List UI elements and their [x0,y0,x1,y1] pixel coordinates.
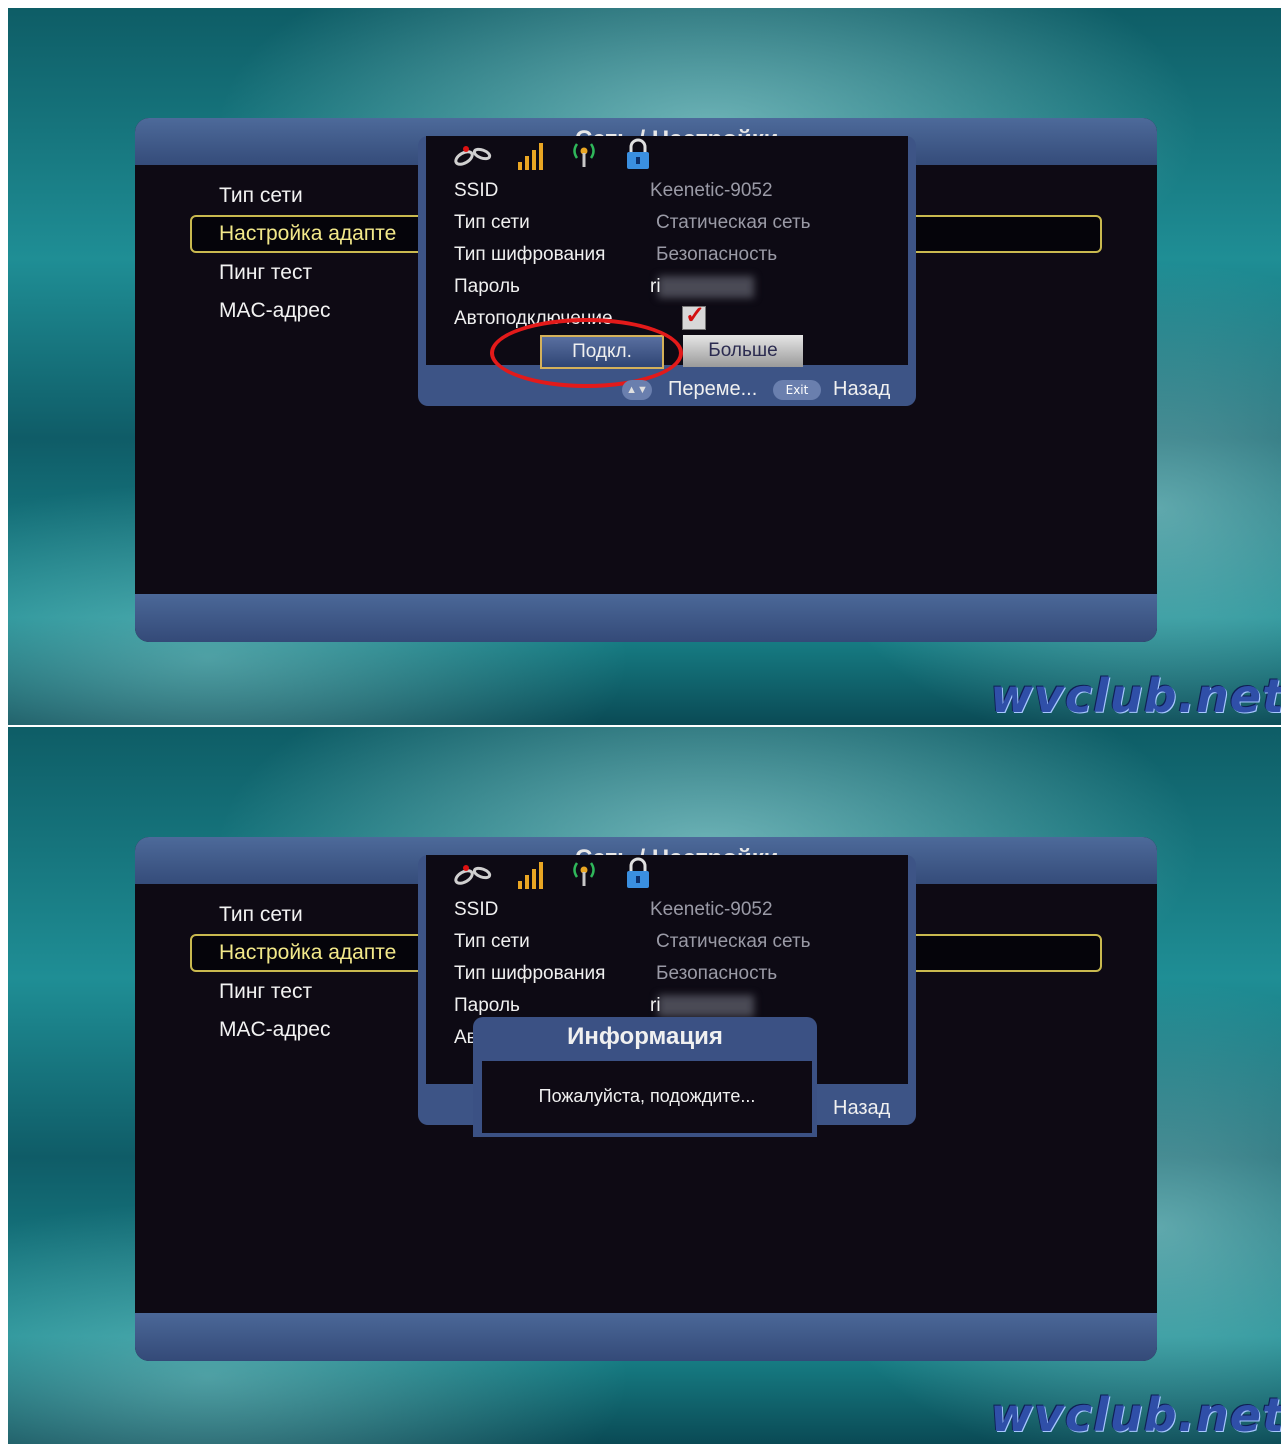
menu-item-mac-address[interactable]: MAC-адрес [219,299,330,323]
wifi-connect-dialog: SSID Keenetic-9052 Тип сети Статическая … [418,136,916,406]
more-button[interactable]: Больше [683,335,803,367]
main-bottom-bar [135,594,1157,642]
watermark-logo: wvclub.net [990,1388,1281,1442]
password-label: Пароль [454,276,520,297]
signal-bars-icon [518,861,543,889]
password-blur [658,995,754,1017]
password-value[interactable]: ri [650,995,661,1017]
wifi-antenna-icon [569,859,599,892]
encryption-label: Тип шифрования [454,963,606,984]
satellite-dish-icon [454,140,492,173]
info-popup-title: Информация [567,1023,723,1050]
screenshot-connecting: Сеть / Настройки Тип сети Настройка адап… [8,727,1281,1444]
autoconnect-checkbox[interactable]: ✓ [682,302,706,330]
hint-move: Переме... [668,378,758,400]
menu-item-network-type[interactable]: Тип сети [219,903,303,927]
watermark-logo: wvclub.net [990,669,1281,723]
signal-bars-icon [518,142,543,170]
menu-item-adapter-settings[interactable]: Настройка адапте [219,222,396,246]
menu-item-mac-address[interactable]: MAC-адрес [219,1018,330,1042]
network-type-value[interactable]: Статическая сеть [656,931,811,953]
menu-item-adapter-settings[interactable]: Настройка адапте [219,941,396,965]
info-popup-body: Пожалуйста, подождите... [480,1059,814,1135]
ssid-label: SSID [454,899,499,920]
ssid-label: SSID [454,180,499,201]
info-popup: Информация Пожалуйста, подождите... [473,1017,817,1137]
wifi-antenna-icon [569,140,599,173]
network-type-value[interactable]: Статическая сеть [656,212,811,234]
hint-back[interactable]: Назад [833,1097,890,1120]
password-label: Пароль [454,995,520,1016]
status-icons [454,857,651,893]
lock-icon [625,857,651,894]
network-type-label: Тип сети [454,212,530,233]
encryption-value[interactable]: Безопасность [656,244,777,266]
highlight-oval [490,318,683,388]
ssid-value: Keenetic-9052 [650,899,773,920]
menu-item-ping-test[interactable]: Пинг тест [219,261,312,285]
lock-icon [625,138,651,175]
hint-back[interactable]: Назад [833,378,890,401]
network-type-label: Тип сети [454,931,530,952]
info-popup-message: Пожалуйста, подождите... [538,1086,756,1106]
main-bottom-bar [135,1313,1157,1361]
encryption-value[interactable]: Безопасность [656,963,777,985]
password-blur [658,276,754,298]
satellite-dish-icon [454,859,492,892]
status-icons [454,138,651,174]
dialog-content: SSID Keenetic-9052 Тип сети Статическая … [426,136,908,388]
password-value[interactable]: ri [650,276,661,298]
menu-item-network-type[interactable]: Тип сети [219,184,303,208]
updown-arrows-icon: ▲▼ [622,380,652,400]
exit-key-icon[interactable]: Exit [773,380,821,400]
ssid-value: Keenetic-9052 [650,180,773,201]
screenshot-connect: Сеть / Настройки Тип сети Настройка адап… [8,8,1281,725]
menu-item-ping-test[interactable]: Пинг тест [219,980,312,1004]
checkmark-icon: ✓ [685,302,706,329]
encryption-label: Тип шифрования [454,244,606,265]
